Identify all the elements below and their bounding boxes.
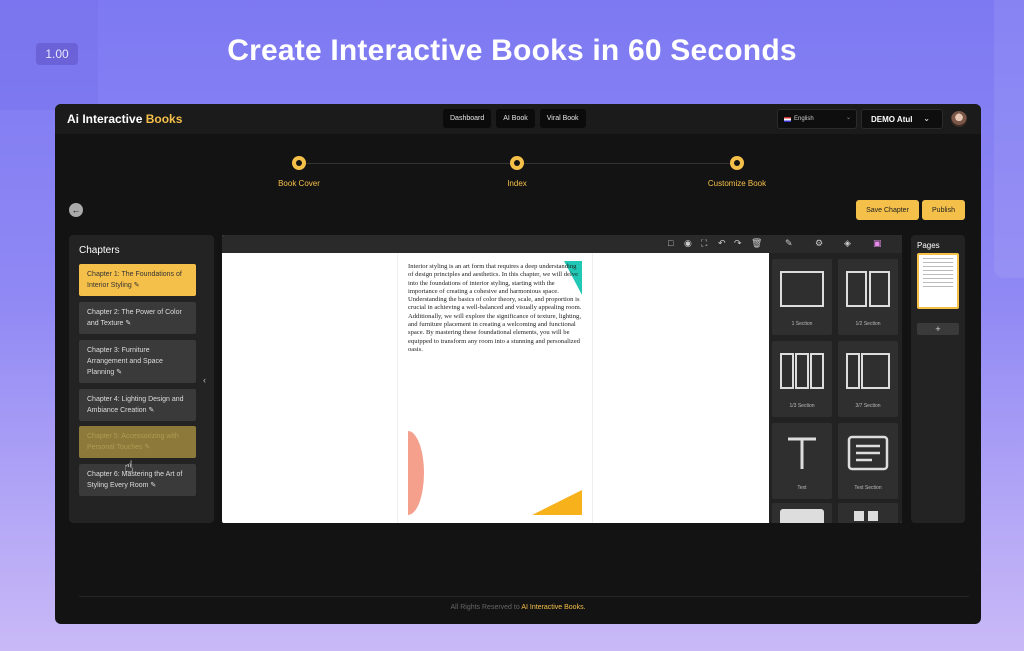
tile-three-seventh-section[interactable]: 3/7 Section [838,341,898,417]
nav-dashboard[interactable]: Dashboard [443,109,492,128]
step-book-cover[interactable]: Book Cover [239,156,359,188]
nav-ai-book[interactable]: AI Book [496,109,535,128]
tile-label: 1/3 Section [789,403,815,409]
tile-third-section[interactable]: 1/3 Section [772,341,832,417]
page-thumbnail[interactable] [917,253,959,309]
book-page-text[interactable]: Interior styling is an art form that req… [408,263,583,354]
tile-1-section[interactable]: 1 Section [772,259,832,335]
pages-panel: Pages + [911,235,965,523]
grid-icon [854,511,864,521]
user-name: DEMO Atul [871,114,913,124]
tile-image[interactable] [772,503,832,523]
edit-pencil-icon[interactable]: ✎ [148,482,156,489]
three-seventh-section-icon [846,353,890,389]
brand-logo[interactable]: Ai Interactive Books [67,112,182,126]
chapter-item-4[interactable]: Chapter 4: Lighting Design and Ambiance … [79,389,196,421]
chevron-down-icon: ⌄ [923,114,930,123]
footer-brand[interactable]: AI Interactive Books. [521,604,585,611]
grid-icon [868,511,878,521]
tile-label: 1 Section [791,321,813,327]
edit-pencil-icon[interactable]: ✎ [132,282,140,289]
tile-text[interactable]: Text [772,423,832,499]
step-customize-book[interactable]: Customize Book [677,156,797,188]
language-select[interactable]: English ⌄ [777,109,857,129]
step-dot-icon [510,156,524,170]
tile-text-section[interactable]: Text Section [838,423,898,499]
gear-icon[interactable]: ⚙ [815,238,823,249]
chapters-panel: Chapters Chapter 1: The Foundations of I… [69,235,214,523]
text-section-icon [847,435,889,471]
delete-icon[interactable]: 🗑 [751,238,762,249]
publish-button[interactable]: Publish [922,200,965,220]
app-window: Ai Interactive Books Dashboard AI Book V… [55,104,981,624]
pages-title: Pages [917,241,940,250]
chapter-item-2[interactable]: Chapter 2: The Power of Color and Textur… [79,302,196,334]
edit-pencil-icon[interactable]: ✎ [143,444,150,451]
footer-text: All Rights Reserved to [450,604,520,611]
tile-label: Text Section [854,485,882,491]
step-dot-icon [292,156,306,170]
back-arrow-icon[interactable]: ← [69,203,83,217]
preview-eye-icon[interactable]: ◉ [684,238,692,249]
one-section-icon [780,271,824,307]
brand-accent: Books [145,112,183,126]
book-editor[interactable]: □ ◉ ⛶ ↶ ↷ 🗑 Interior styling is an art f… [222,235,902,523]
edit-pencil-icon[interactable]: ✎ [147,407,154,414]
flag-icon [784,116,791,122]
chapters-title: Chapters [79,245,120,256]
layers-icon[interactable]: ◈ [844,238,851,249]
nav-viral-book[interactable]: Viral Book [539,109,586,128]
step-index[interactable]: Index [457,156,577,188]
decor-shape-orange [532,490,582,515]
step-dot-icon [730,156,744,170]
fullscreen-icon[interactable]: ⛶ [701,238,707,249]
text-icon [788,437,816,469]
third-section-icon [780,353,824,389]
image-block-icon [780,509,824,523]
tile-grid[interactable] [838,503,898,523]
language-value: English [794,116,814,122]
footer: All Rights Reserved to AI Interactive Bo… [55,604,981,611]
step-label: Index [507,179,527,188]
decor-shape-salmon [408,431,424,515]
hero-title: Create Interactive Books in 60 Seconds [227,34,797,67]
select-icon[interactable]: □ [668,238,673,248]
page-divider [592,253,593,523]
user-menu[interactable]: DEMO Atul ⌄ [861,109,943,129]
palette-toolbar: ✎ ⚙ ◈ ▣ [769,235,902,253]
main-nav: Dashboard AI Book Viral Book [443,109,586,128]
component-icon[interactable]: ▣ [873,238,882,249]
tile-label: Text [797,485,807,491]
brand-prefix: Ai Interactive [67,112,143,126]
chapter-item-1[interactable]: Chapter 1: The Foundations of Interior S… [79,264,196,296]
chapter-item-5[interactable]: Chapter 5: Accessorizing with Personal T… [79,426,196,458]
add-page-button[interactable]: + [917,323,959,335]
hand-cursor-icon: ☝ [124,459,134,476]
chapter-item-6[interactable]: Chapter 6: Mastering the Art of Styling … [79,464,196,496]
top-bar: Ai Interactive Books Dashboard AI Book V… [55,104,981,134]
page-divider [397,253,398,523]
avatar[interactable] [951,111,967,127]
tile-half-section[interactable]: 1/2 Section [838,259,898,335]
layout-palette: ✎ ⚙ ◈ ▣ 1 Section 1/2 Section 1/3 Sectio… [769,235,902,523]
edit-pencil-icon[interactable]: ✎ [114,369,122,376]
chapter-item-3[interactable]: Chapter 3: Furniture Arrangement and Spa… [79,340,196,383]
tile-label: 3/7 Section [855,403,881,409]
step-label: Book Cover [278,179,320,188]
half-section-icon [846,271,890,307]
collapse-panel-icon[interactable]: ‹ [203,375,206,385]
edit-pencil-icon[interactable]: ✎ [123,320,131,327]
redo-icon[interactable]: ↷ [734,238,742,249]
chevron-down-icon: ⌄ [845,115,851,121]
save-chapter-button[interactable]: Save Chapter [856,200,919,220]
tile-label: 1/2 Section [855,321,881,327]
brush-icon[interactable]: ✎ [785,238,793,249]
footer-divider [79,596,969,597]
step-label: Customize Book [707,179,767,188]
undo-icon[interactable]: ↶ [718,238,726,249]
